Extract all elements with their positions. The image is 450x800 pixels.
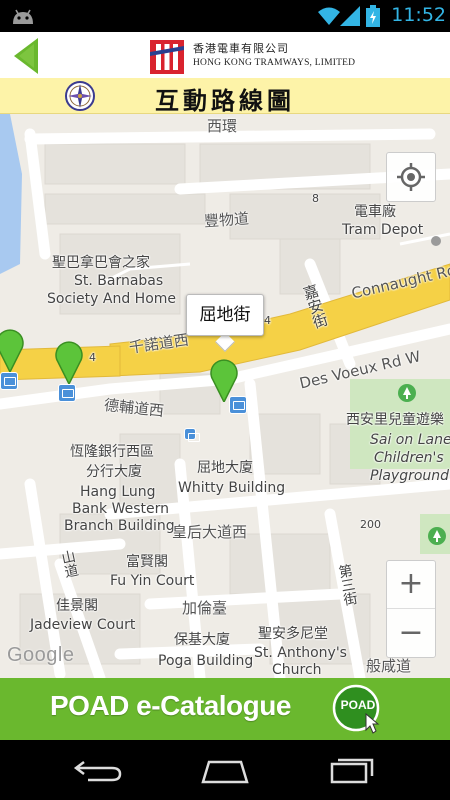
- google-logo: Google: [7, 644, 75, 666]
- map-label-hanglung-cn2: 分行大廈: [86, 464, 142, 480]
- tram-stop-pin[interactable]: [54, 340, 84, 384]
- map-label-fuyin-en: Fu Yin Court: [110, 573, 195, 589]
- crosshair-icon: [397, 163, 425, 191]
- map-label-poga-cn: 保基大廈: [174, 632, 230, 648]
- bus-stop-icon[interactable]: [184, 428, 200, 442]
- zoom-out-button[interactable]: −: [387, 610, 435, 658]
- map-label-num-200: 200: [360, 518, 381, 531]
- tram-stop-icon[interactable]: [58, 384, 76, 402]
- stop-callout[interactable]: 屈地街: [186, 294, 264, 336]
- page-title: 互動路線圖: [155, 87, 295, 115]
- map-label-jiadaoge: 佳景閣: [56, 598, 98, 614]
- map-label-hanglung-en2: Bank Western: [72, 501, 170, 517]
- tram-stop-pin-selected[interactable]: [209, 358, 239, 402]
- map-label-jialun: 加倫臺: [182, 599, 228, 617]
- map-label-num-8: 8: [312, 192, 319, 205]
- map-label-saisonlane-en3: Playground: [370, 468, 450, 484]
- home-icon[interactable]: [195, 754, 255, 786]
- map-point-icon: [431, 236, 441, 246]
- map-label-stanthony-en1: St. Anthony's: [254, 645, 347, 661]
- map-label-saisonlane-en2: Children's: [374, 450, 444, 466]
- recent-apps-icon[interactable]: [320, 754, 380, 786]
- navigation-bar: [0, 740, 450, 800]
- map-label-queens: 皇后大道西: [172, 523, 248, 541]
- tram-stop-pin[interactable]: [0, 328, 25, 372]
- map-label-poga-en: Poga Building: [158, 653, 254, 669]
- map-label-hanglung-en1: Hang Lung: [80, 484, 156, 500]
- app-header: 香港電車有限公司 HONG KONG TRAMWAYS, LIMITED: [0, 32, 450, 78]
- status-clock: 11:52: [391, 4, 446, 26]
- hktramways-logo: [150, 40, 184, 74]
- map-label-xihuan: 西環: [207, 117, 238, 135]
- map-label-whitty-cn: 屈地大廈: [197, 460, 253, 476]
- map-label-jadeview-en: Jadeview Court: [30, 617, 136, 633]
- map-label-saisonlane-en1: Sai on Lane: [370, 432, 450, 448]
- map-label-saisonlane-cn: 西安里兒童遊樂: [346, 412, 444, 428]
- map-label-stanthony-cn: 聖安多尼堂: [258, 626, 328, 642]
- map-label-tram-depot-en: Tram Depot: [342, 222, 424, 238]
- my-location-button[interactable]: [386, 152, 436, 202]
- poad-catalogue-banner[interactable]: POAD e-Catalogue POAD: [0, 678, 450, 740]
- brand-name-english: HONG KONG TRAMWAYS, LIMITED: [193, 58, 356, 68]
- brand-name-chinese: 香港電車有限公司: [193, 42, 289, 55]
- map-label-num-4a: 4: [264, 314, 271, 327]
- route-map[interactable]: 西環 豐物道 8 電車廠 Tram Depot 聖巴拿巴會之家 St. Barn…: [0, 114, 450, 678]
- status-bar: 11:52: [0, 0, 450, 32]
- android-icon: [13, 9, 33, 24]
- map-label-stanthony-en2: Church: [272, 662, 322, 678]
- map-label-barnabas-en2: Society And Home: [47, 291, 177, 307]
- wifi-icon: [318, 7, 340, 25]
- back-icon[interactable]: [68, 754, 128, 786]
- map-label-barnabas-en1: St. Barnabas: [74, 273, 164, 289]
- park-icon: [428, 527, 446, 545]
- title-bar: 互動路線圖: [0, 78, 450, 115]
- map-label-fengwu: 豐物道: [203, 209, 250, 231]
- zoom-controls: + −: [386, 560, 436, 658]
- map-label-tram-depot-cn: 電車廠: [354, 204, 396, 220]
- map-label-num-4b: 4: [89, 351, 96, 364]
- back-button[interactable]: [12, 38, 40, 74]
- map-label-hanglung-en3: Branch Building: [64, 518, 175, 534]
- tram-stop-icon[interactable]: [0, 372, 18, 390]
- signal-icon: [340, 6, 360, 26]
- map-label-barnabas-cn: 聖巴拿巴會之家: [52, 255, 150, 271]
- zoom-in-button[interactable]: +: [387, 561, 435, 609]
- banner-text: POAD e-Catalogue: [50, 690, 291, 721]
- map-label-hanglung-cn1: 恆隆銀行西區: [70, 444, 154, 460]
- map-label-whitty-en: Whitty Building: [178, 480, 286, 496]
- poad-badge-label: POAD: [340, 698, 376, 712]
- map-label-hamdao: 般咸道: [366, 657, 412, 675]
- map-label-fuyin-cn: 富賢閣: [126, 554, 168, 570]
- park-icon: [398, 384, 416, 402]
- battery-charging-icon: [366, 5, 380, 27]
